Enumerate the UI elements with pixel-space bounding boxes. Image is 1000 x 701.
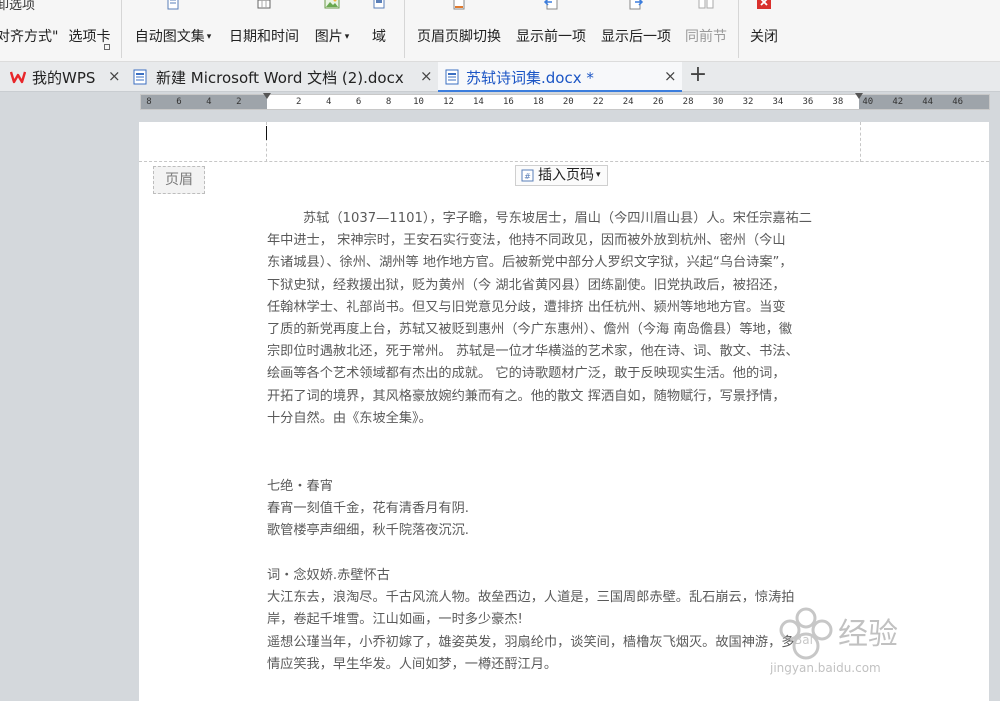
header-label: 页眉 <box>153 166 205 194</box>
poem-title: 七绝・春宵 <box>267 479 333 494</box>
tab-options-button[interactable]: 选项卡 <box>68 29 110 45</box>
ruler-tick-label: 16 <box>502 97 514 107</box>
chevron-down-icon: ▾ <box>344 32 350 42</box>
ribbon-separator <box>404 0 405 58</box>
right-indent-marker[interactable] <box>855 93 863 99</box>
poem-title: 词・念奴娇.赤壁怀古 <box>267 568 390 583</box>
link-section-icon <box>698 0 714 9</box>
poem-block: 七绝・春宵 春宵一刻值千金，花有清香月有阴. 歌管楼亭声细细，秋千院落夜沉沉. <box>267 476 863 543</box>
ruler-tick-label: 8 <box>385 97 392 107</box>
tab-close-icon[interactable]: × <box>108 67 121 85</box>
show-previous-button[interactable]: 显示前一项 <box>512 0 590 58</box>
ruler-tick-label: 46 <box>952 97 964 107</box>
tab-close-icon[interactable]: × <box>664 67 677 85</box>
ruler-tick-label: 42 <box>892 97 904 107</box>
header-footer-icon <box>453 0 465 10</box>
calendar-icon <box>257 0 271 9</box>
ruler-tick-label: 22 <box>592 97 604 107</box>
biography-paragraph: 苏轼（1037—1101），字子瞻，号东坡居士，眉山（今四川眉山县）人。宋任宗嘉… <box>267 208 863 430</box>
ruler-tick-label: 2 <box>236 97 242 107</box>
ribbon-separator <box>121 0 122 58</box>
ruler-tick-label: 36 <box>802 97 814 107</box>
tab-new-word-document[interactable]: 新建 Microsoft Word 文档 (2).docx × <box>126 62 438 92</box>
paragraph-line: 苏轼（1037—1101），字子瞻，号东坡居士，眉山（今四川眉山县）人。宋任宗嘉… <box>303 211 812 226</box>
ruler-tick-label: 30 <box>712 97 724 107</box>
ruler-tick-label: 6 <box>355 97 362 107</box>
close-icon <box>757 0 771 9</box>
ruler-tick-label: 20 <box>562 97 574 107</box>
poem-line: 歌管楼亭声细细，秋千院落夜沉沉. <box>267 523 470 539</box>
field-button[interactable]: 域 <box>364 0 394 58</box>
paragraph-line: 年中进士， 宋神宗时，王安石实行变法，他持不同政见，因而被外放到杭州、密州（今山 <box>267 233 786 249</box>
tab-close-icon[interactable]: × <box>420 67 433 85</box>
document-tab-bar: 我的WPS × 新建 Microsoft Word 文档 (2).docx × … <box>0 62 1000 92</box>
ruler-tick-label: 38 <box>832 97 844 107</box>
previous-icon <box>543 0 558 10</box>
align-options-button[interactable]: 对齐方式" <box>0 29 58 45</box>
autotext-button[interactable]: 自动图文集 ▾ <box>128 0 218 58</box>
paragraph-line: 绘画等各个艺术领域都有杰出的成就。 它的诗歌题材广泛，敢于反映现实生活。他的词， <box>267 366 786 382</box>
ruler-tick-label: 32 <box>742 97 754 107</box>
chevron-down-icon: ▾ <box>206 32 212 42</box>
ruler-tick-label: 26 <box>652 97 664 107</box>
dialog-launcher-icon[interactable] <box>104 44 110 50</box>
horizontal-ruler[interactable]: 8 6 4 2 2 4 6 8 10 12 14 16 18 20 22 24 26 28 30 32 34 36 38 40… <box>140 93 990 110</box>
field-icon <box>373 0 385 9</box>
text-cursor <box>266 126 267 140</box>
chevron-down-icon: ▾ <box>596 170 601 180</box>
ruler-tick-label: 18 <box>532 97 544 107</box>
ruler-tick-label: 4 <box>325 97 332 107</box>
ruler-tick-label: 2 <box>296 97 302 107</box>
close-header-footer-button[interactable]: 关闭 <box>744 0 784 58</box>
margin-guide <box>860 122 861 162</box>
paragraph-line: 了质的新党再度上台，苏轼又被贬到惠州（今广东惠州）、儋州（今海 南岛儋县）等地，… <box>267 322 793 338</box>
tab-my-wps[interactable]: 我的WPS × <box>0 62 126 92</box>
picture-icon <box>324 0 340 9</box>
poem-line: 春宵一刻值千金，花有清香月有阴. <box>267 501 470 517</box>
link-to-previous-button[interactable]: 同前节 <box>682 0 730 58</box>
paragraph-line: 任翰林学士、礼部尚书。但又与旧党意见分歧，遭排挤 出任杭州、颍州等地地方官。当变 <box>267 299 786 315</box>
indent-marker[interactable] <box>263 93 271 99</box>
page-number-icon: # <box>521 169 534 182</box>
paragraph-line: 东诸城县）、徐州、湖州等 地作地方官。后被新党中部分人罗织文字狱，兴起“乌台诗案… <box>267 255 793 271</box>
ruler-tick-label: 10 <box>413 97 424 107</box>
ruler-tick-label: 8 <box>146 97 152 107</box>
ruler-tick-label: 28 <box>682 97 694 107</box>
paragraph-line: 开拓了词的境界，其风格豪放婉约兼而有之。他的散文 挥洒自如，随物赋行，写景抒情， <box>267 388 786 404</box>
new-tab-button[interactable]: + <box>686 62 710 90</box>
svg-text:#: # <box>524 172 531 181</box>
paragraph-line: 宗即位时遇赦北还，死于常州。 苏轼是一位才华横溢的艺术家，他在诗、词、散文、书法… <box>267 344 799 360</box>
document-icon <box>133 69 147 85</box>
ruler-tick-label: 14 <box>473 97 484 107</box>
ruler-tick-label: 24 <box>622 97 634 107</box>
ribbon-left-group: 对齐方式" 选项卡 <box>0 26 110 46</box>
document-icon <box>167 0 179 10</box>
wps-logo-icon <box>10 71 26 84</box>
ruler-tick-label: 44 <box>922 97 934 107</box>
date-time-button[interactable]: 日期和时间 <box>224 0 304 58</box>
ruler-tick-label: 34 <box>772 97 784 107</box>
ruler-tick-label: 4 <box>206 97 212 107</box>
svg-text:jingyan.baidu.com: jingyan.baidu.com <box>770 661 881 675</box>
tab-sushi-poems-document[interactable]: 苏轼诗词集.docx * × <box>438 62 682 92</box>
switch-header-footer-button[interactable]: 页眉页脚切换 <box>412 0 506 58</box>
svg-text:Bai: Bai <box>794 633 813 647</box>
ribbon-toolbar: 卸选项 对齐方式" 选项卡 自动图文集 ▾ 日期和时间 图片 ▾ 域 页眉页脚切换 显… <box>0 0 1000 62</box>
show-next-button[interactable]: 显示后一项 <box>596 0 676 58</box>
insert-page-number-button[interactable]: # 插入页码 ▾ <box>515 165 608 186</box>
paragraph-line: 十分自然。由《东坡全集》。 <box>267 410 432 426</box>
paragraph-line: 下狱史狱，经救援出狱，贬为黄州（今 湖北省黄冈县）团练副使。旧党执政后，被招还， <box>267 277 786 293</box>
page-header-area[interactable] <box>139 122 989 162</box>
picture-button[interactable]: 图片 ▾ <box>308 0 356 58</box>
ruler-tick-label: 12 <box>443 97 454 107</box>
baidu-jingyan-watermark: Bai 经验 jingyan.baidu.com <box>770 607 898 675</box>
next-icon <box>629 0 644 10</box>
document-icon <box>445 69 459 85</box>
svg-text:经验: 经验 <box>838 617 898 652</box>
ribbon-partial-label: 卸选项 <box>0 0 36 13</box>
ruler-tick-label: 6 <box>176 97 182 107</box>
ribbon-separator <box>738 0 739 58</box>
